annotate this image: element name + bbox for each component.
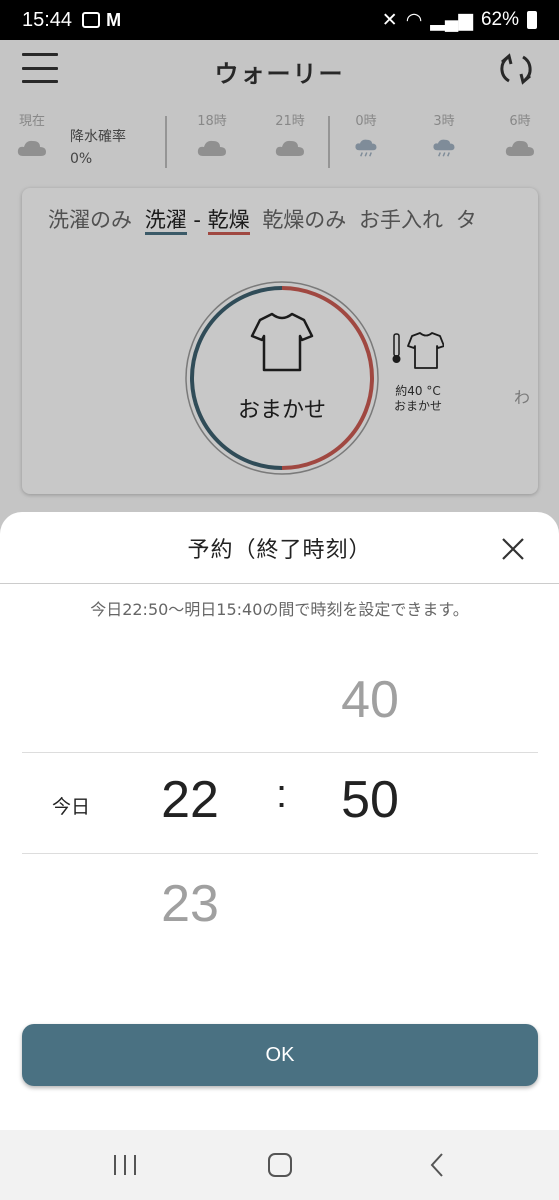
- system-nav-bar: [0, 1130, 559, 1200]
- time-picker[interactable]: 40 今日 22 : 50 23: [22, 644, 538, 984]
- reservation-sheet: 予約（終了時刻） 今日22:50〜明日15:40の間で時刻を設定できます。 40…: [0, 512, 559, 1130]
- wifi-icon: ◠: [405, 9, 423, 31]
- gmail-icon: M: [106, 10, 122, 30]
- close-icon[interactable]: [501, 537, 525, 561]
- time-separator: :: [276, 772, 288, 816]
- status-time: 15:44: [22, 8, 73, 31]
- signal-icon: ▂▄▆: [430, 9, 473, 31]
- back-icon[interactable]: [424, 1152, 452, 1178]
- battery-level: 62%: [480, 9, 519, 30]
- gallery-icon: [82, 12, 101, 28]
- status-bar: 15:44 M ✕ ◠ ▂▄▆ 62%: [0, 0, 559, 40]
- dim-overlay[interactable]: [0, 40, 559, 540]
- battery-icon: [527, 11, 537, 29]
- hour-next[interactable]: 23: [140, 874, 240, 934]
- time-range-hint: 今日22:50〜明日15:40の間で時刻を設定できます。: [90, 600, 469, 619]
- hour-selected[interactable]: 22: [140, 770, 240, 830]
- ok-button[interactable]: OK: [22, 1024, 538, 1086]
- home-icon[interactable]: [266, 1152, 294, 1178]
- minute-prev[interactable]: 40: [320, 670, 420, 730]
- day-label[interactable]: 今日: [52, 792, 90, 819]
- recent-apps-icon[interactable]: [111, 1152, 139, 1178]
- minute-selected[interactable]: 50: [320, 770, 420, 830]
- sheet-title: 予約（終了時刻）: [187, 537, 372, 563]
- mute-icon: ✕: [381, 9, 398, 31]
